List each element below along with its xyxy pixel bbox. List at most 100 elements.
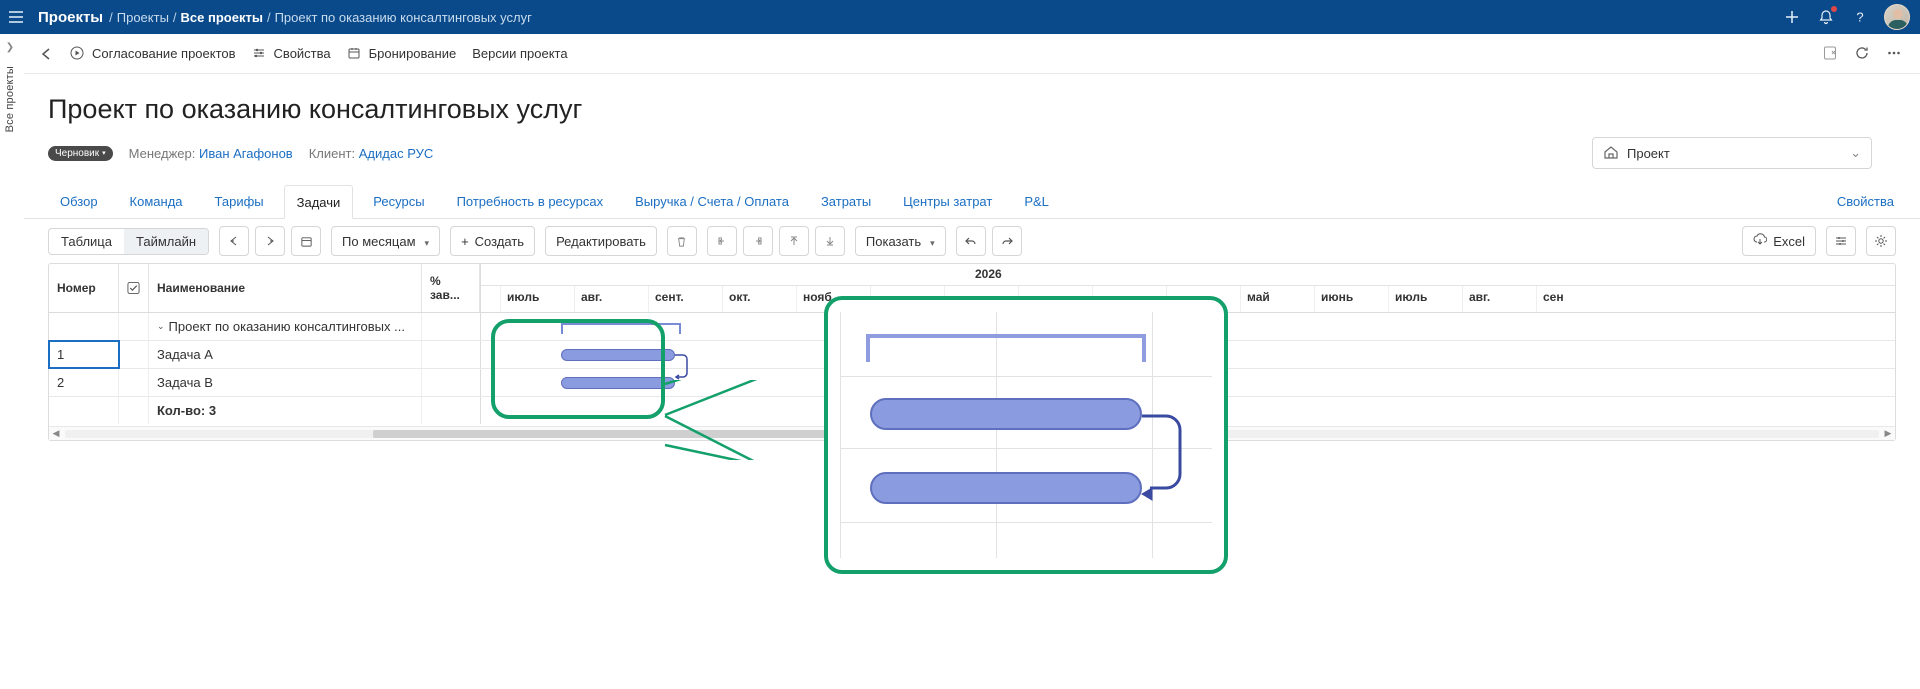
settings-button[interactable]	[1866, 226, 1896, 256]
versions-action[interactable]: Версии проекта	[472, 46, 567, 61]
gantt-month-header: авг.	[575, 286, 649, 312]
tab-overview[interactable]: Обзор	[48, 185, 110, 219]
tab-tasks[interactable]: Задачи	[284, 185, 354, 219]
scale-dropdown[interactable]: По месяцам	[331, 226, 440, 256]
gantt-task-bar[interactable]	[561, 377, 675, 389]
approval-action[interactable]: Согласование проектов	[70, 46, 236, 62]
tab-revenue[interactable]: Выручка / Счета / Оплата	[623, 185, 801, 219]
tab-res-demand[interactable]: Потребность в ресурсах	[445, 185, 616, 219]
column-settings-button[interactable]	[1826, 226, 1856, 256]
create-button[interactable]: + Создать	[450, 226, 535, 256]
calendar-today-button[interactable]	[291, 226, 321, 256]
move-down-button[interactable]	[815, 226, 845, 256]
move-up-button[interactable]	[779, 226, 809, 256]
bell-icon[interactable]	[1816, 7, 1836, 27]
gantt-month-row: июль авг. сент. окт. нояб. май июнь июль…	[481, 286, 1895, 312]
redo-button[interactable]	[992, 226, 1022, 256]
scroll-right-icon[interactable]: ▶	[1881, 428, 1895, 439]
export-icon[interactable]	[1822, 45, 1840, 63]
tabs: Обзор Команда Тарифы Задачи Ресурсы Потр…	[24, 185, 1920, 219]
svg-text:?: ?	[1856, 10, 1863, 25]
gantt-month-header: авг.	[1463, 286, 1537, 312]
cloud-download-icon	[1753, 233, 1767, 250]
row-count: Кол-во: 3	[149, 397, 422, 424]
cell-num[interactable]: 2	[49, 369, 119, 396]
refresh-icon[interactable]	[1854, 45, 1872, 63]
home-icon	[1603, 144, 1619, 163]
view-table-button[interactable]: Таблица	[49, 229, 124, 254]
project-selector[interactable]: Проект ⌄	[1592, 137, 1872, 169]
avatar[interactable]	[1884, 4, 1910, 30]
tab-cost-centers[interactable]: Центры затрат	[891, 185, 1004, 219]
outdent-button[interactable]	[707, 226, 737, 256]
scale-label: По месяцам	[342, 234, 416, 249]
gantt-task-bar[interactable]	[561, 349, 675, 361]
back-button[interactable]	[40, 47, 54, 61]
cell-name[interactable]: ⌄ Проект по оказанию консалтинговых ...	[149, 313, 422, 340]
gantt-summary-bar[interactable]	[561, 323, 681, 331]
tab-rates[interactable]: Тарифы	[203, 185, 276, 219]
zoom-task-a-bar	[870, 398, 1142, 430]
calendar-icon	[347, 46, 363, 62]
plus-icon[interactable]	[1782, 7, 1802, 27]
more-icon[interactable]	[1886, 45, 1904, 63]
view-toggle: Таблица Таймлайн	[48, 228, 209, 255]
cell-pct	[422, 369, 480, 396]
booking-action[interactable]: Бронирование	[347, 46, 457, 62]
chevron-down-icon: ⌄	[1850, 145, 1861, 161]
cell-name[interactable]: Задача A	[149, 341, 422, 368]
tab-resources[interactable]: Ресурсы	[361, 185, 436, 219]
properties-action[interactable]: Свойства	[252, 46, 331, 62]
nav-prev-button[interactable]	[219, 226, 249, 256]
manager-link[interactable]: Иван Агафонов	[199, 146, 293, 161]
breadcrumb-item[interactable]: Проект по оказанию консалтинговых услуг	[275, 10, 532, 25]
tab-costs[interactable]: Затраты	[809, 185, 883, 219]
help-icon[interactable]: ?	[1850, 7, 1870, 27]
summary-name: Проект по оказанию консалтинговых ...	[169, 319, 405, 334]
delete-button[interactable]	[667, 226, 697, 256]
approval-label: Согласование проектов	[92, 46, 236, 61]
tab-team[interactable]: Команда	[118, 185, 195, 219]
zoom-dependency-arrow	[1136, 402, 1196, 502]
view-timeline-button[interactable]: Таймлайн	[124, 229, 208, 254]
show-dropdown[interactable]: Показать	[855, 226, 946, 256]
col-name[interactable]: Наименование	[149, 264, 422, 312]
indent-button[interactable]	[743, 226, 773, 256]
versions-label: Версии проекта	[472, 46, 567, 61]
cell-chk	[119, 369, 149, 396]
col-checkbox[interactable]	[119, 264, 149, 312]
chevron-right-icon: ❯	[6, 42, 14, 53]
tab-pl[interactable]: P&L	[1012, 185, 1061, 219]
gantt-month-header: июль	[501, 286, 575, 312]
gantt-month-header	[1019, 286, 1093, 312]
chevron-down-icon[interactable]: ⌄	[157, 321, 165, 332]
breadcrumb-item[interactable]: Все проекты	[181, 10, 263, 25]
excel-button[interactable]: Excel	[1742, 226, 1816, 256]
cell-num[interactable]: 1	[49, 341, 119, 368]
gantt-month-header: май	[1241, 286, 1315, 312]
undo-button[interactable]	[956, 226, 986, 256]
nav-next-button[interactable]	[255, 226, 285, 256]
sidebar-collapsed[interactable]: ❯ Все проекты	[0, 40, 20, 150]
cell-name[interactable]: Задача B	[149, 369, 422, 396]
client-link[interactable]: Адидас РУС	[359, 146, 433, 161]
breadcrumb-item[interactable]: Проекты	[117, 10, 169, 25]
col-pct[interactable]: % зав...	[422, 264, 480, 312]
excel-label: Excel	[1773, 234, 1805, 249]
breadcrumb: / Проекты / Все проекты / Проект по оказ…	[109, 10, 532, 25]
scroll-left-icon[interactable]: ◀	[49, 428, 63, 439]
col-number[interactable]: Номер	[49, 264, 119, 312]
cell-chk	[119, 341, 149, 368]
status-badge[interactable]: Черновик	[48, 146, 113, 161]
cell-pct	[422, 313, 480, 340]
hamburger-icon[interactable]	[8, 9, 32, 25]
gantt-month-header	[871, 286, 945, 312]
show-label: Показать	[866, 234, 921, 249]
edit-button[interactable]: Редактировать	[545, 226, 657, 256]
gantt-month-header: окт.	[723, 286, 797, 312]
gantt-month-header	[481, 286, 501, 312]
page-title: Проект по оказанию консалтинговых услуг	[48, 94, 582, 125]
gantt-month-header: июль	[1389, 286, 1463, 312]
zoom-task-b-bar	[870, 472, 1142, 504]
tab-properties-link[interactable]: Свойства	[1837, 194, 1896, 209]
